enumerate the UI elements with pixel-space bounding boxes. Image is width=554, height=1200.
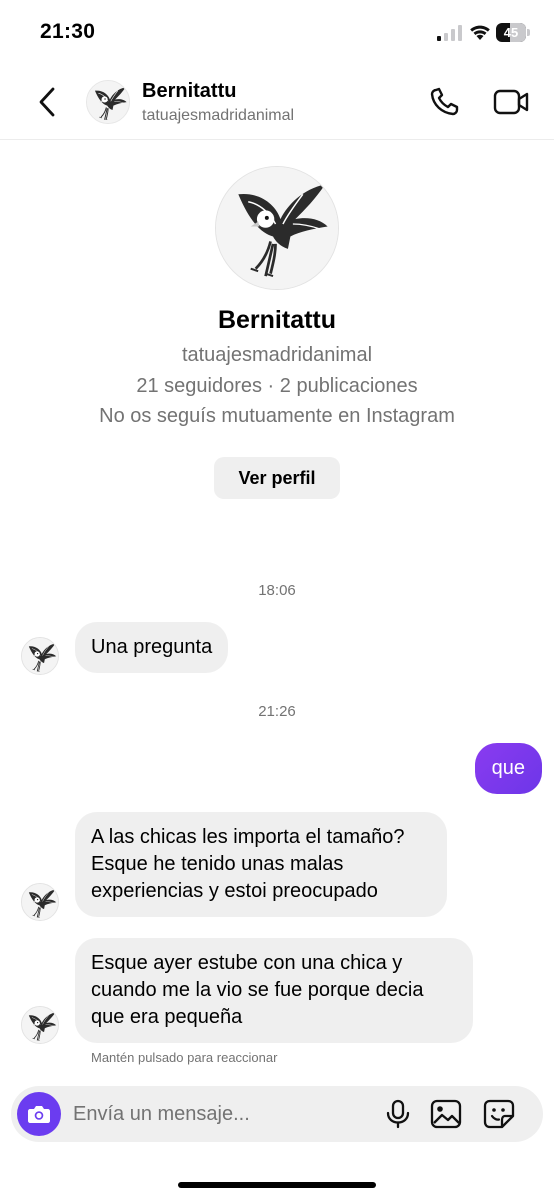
reaction-hint: Mantén pulsado para reaccionar (91, 1050, 278, 1065)
sender-avatar[interactable] (21, 883, 59, 921)
status-time: 21:30 (40, 20, 96, 43)
cellular-signal-icon (437, 25, 462, 41)
profile-mutual-status: No os seguís mutuamente en Instagram (99, 405, 455, 427)
message-bubble-incoming[interactable]: Esque ayer estube con una chica y cuando… (75, 938, 473, 1043)
battery-level: 45 (503, 25, 519, 40)
phone-icon[interactable] (428, 86, 464, 118)
camera-icon (28, 1106, 50, 1123)
message-composer (11, 1086, 543, 1142)
header-username[interactable]: tatuajesmadridanimal (142, 107, 294, 125)
chat-header: Bernitattu tatuajesmadridanimal (0, 64, 554, 140)
message-bubble-incoming[interactable]: A las chicas les importa el tamaño? Esqu… (75, 812, 447, 917)
timestamp: 18:06 (258, 582, 296, 599)
eagle-avatar (216, 167, 339, 290)
gallery-icon[interactable] (430, 1099, 462, 1129)
header-name[interactable]: Bernitattu (142, 80, 236, 103)
profile-avatar[interactable] (215, 166, 339, 290)
view-profile-button[interactable]: Ver perfil (214, 457, 340, 499)
header-avatar[interactable] (86, 80, 130, 124)
message-bubble-outgoing[interactable]: que (474, 743, 542, 794)
eagle-avatar (22, 638, 59, 675)
sticker-icon[interactable] (483, 1099, 515, 1129)
back-button[interactable] (30, 84, 64, 120)
battery-icon: 45 (496, 23, 530, 42)
home-indicator[interactable] (178, 1182, 376, 1188)
message-bubble-incoming[interactable]: Una pregunta (75, 622, 229, 673)
eagle-avatar (87, 81, 130, 124)
profile-username: tatuajesmadridanimal (181, 344, 373, 366)
sender-avatar[interactable] (21, 1006, 59, 1044)
microphone-icon[interactable] (383, 1099, 413, 1129)
sender-avatar[interactable] (21, 637, 59, 675)
wifi-icon (470, 25, 490, 40)
eagle-avatar (22, 884, 59, 921)
camera-button[interactable] (17, 1092, 61, 1136)
timestamp: 21:26 (258, 703, 296, 720)
video-camera-icon[interactable] (493, 86, 529, 118)
message-input[interactable] (73, 1100, 373, 1128)
back-chevron-icon (39, 87, 55, 117)
profile-stats: 21 seguidores · 2 publicaciones (136, 375, 418, 397)
profile-name: Bernitattu (217, 306, 337, 334)
eagle-avatar (22, 1007, 59, 1044)
status-bar: 21:30 45 (0, 0, 554, 64)
